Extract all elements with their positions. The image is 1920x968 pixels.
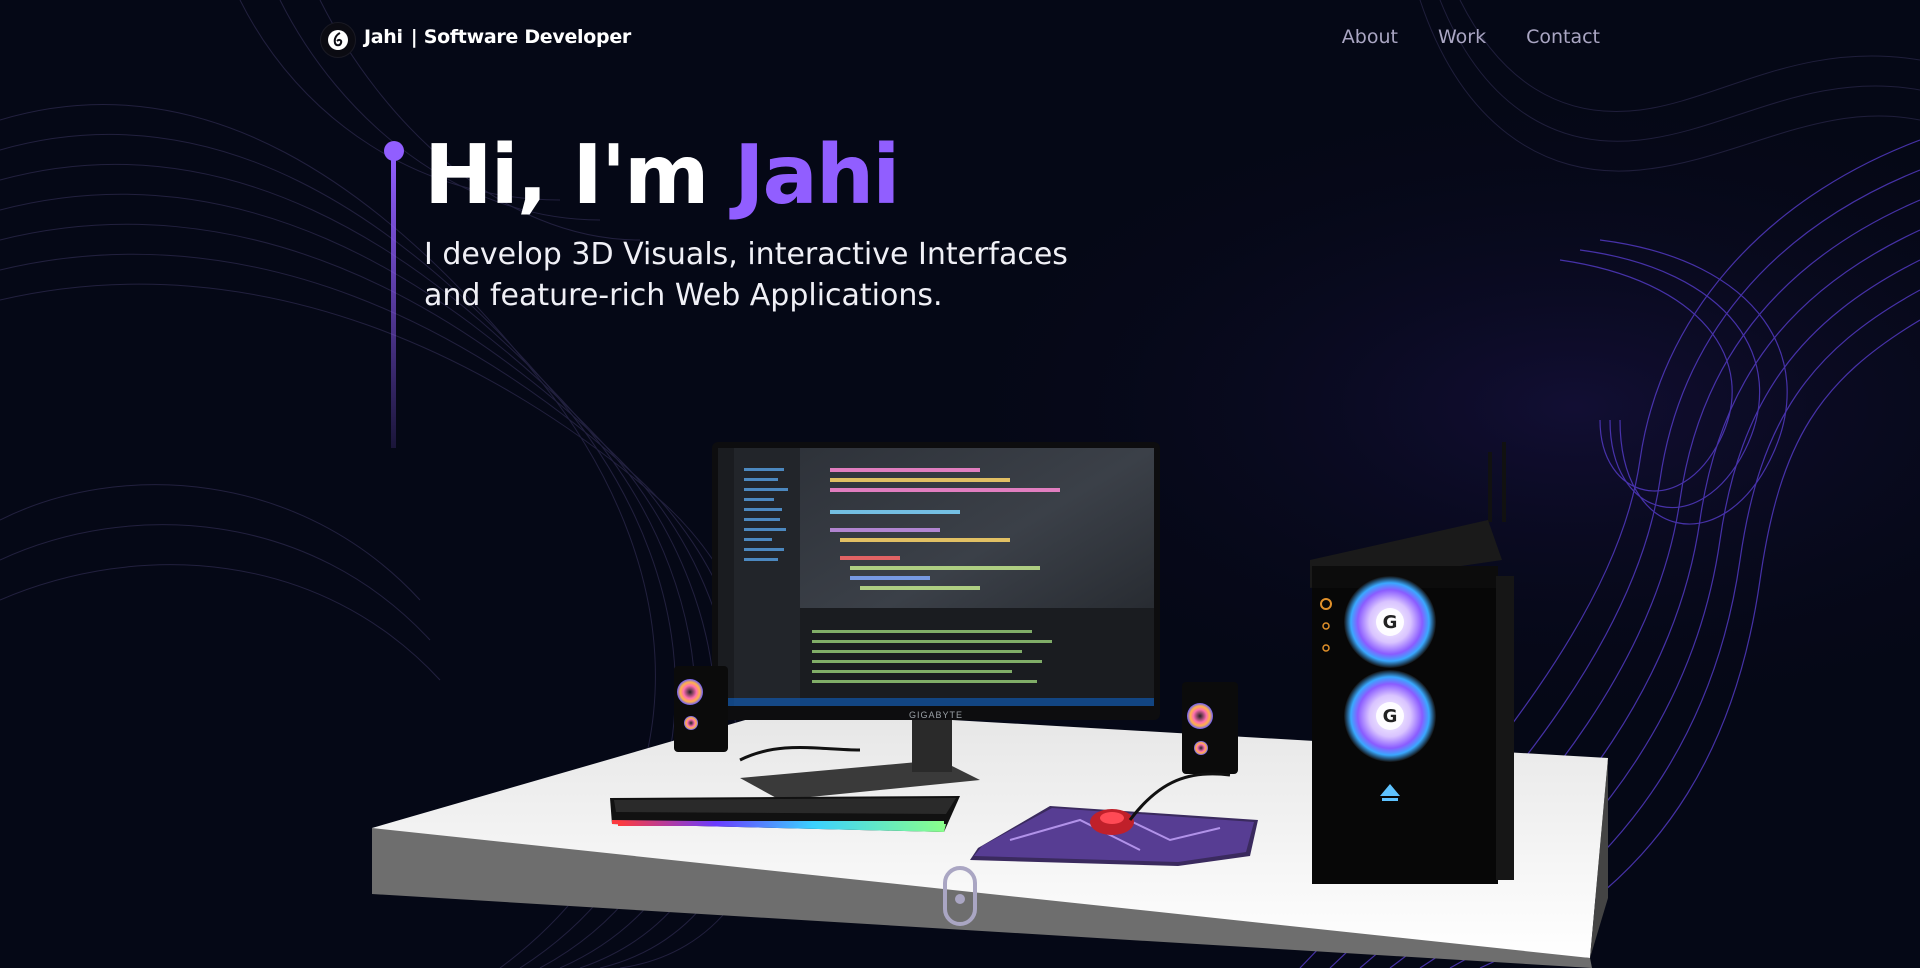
svg-text:G: G: [1383, 706, 1398, 727]
pc-tower: G G: [1310, 442, 1514, 884]
hero-subtitle-line1: I develop 3D Visuals, interactive Interf…: [424, 237, 1068, 272]
monitor-brand: GIGABYTE: [909, 710, 963, 720]
hero-title: Hi, I'm Jahi: [424, 128, 900, 223]
nav-link-work[interactable]: Work: [1438, 26, 1486, 48]
scroll-indicator-dot: [955, 894, 965, 904]
nav-link-contact[interactable]: Contact: [1526, 26, 1600, 48]
hero-greeting: Hi, I'm: [424, 128, 735, 223]
desk-scene-canvas[interactable]: GIGABYTE G G: [360, 420, 1620, 968]
nav-link-about[interactable]: About: [1342, 26, 1398, 48]
mouse: [1090, 809, 1134, 835]
logo-icon[interactable]: [320, 22, 356, 58]
hero-name: Jahi: [734, 128, 900, 223]
brand[interactable]: Jahi | Software Developer: [364, 26, 631, 48]
logo-mark-icon: [328, 30, 348, 50]
hero-accent-line: [391, 158, 396, 448]
nav-links: About Work Contact: [1342, 26, 1600, 48]
scroll-indicator-icon[interactable]: [943, 866, 977, 926]
left-speaker: [674, 666, 728, 752]
brand-role: | Software Developer: [410, 26, 632, 48]
right-speaker: [1182, 682, 1238, 774]
svg-text:G: G: [1383, 612, 1398, 633]
navbar: Jahi | Software Developer About Work Cont…: [0, 0, 1920, 76]
hero-subtitle: I develop 3D Visuals, interactive Interf…: [424, 234, 1124, 316]
brand-name: Jahi: [364, 26, 403, 48]
hero-subtitle-line2: and feature-rich Web Applications.: [424, 278, 943, 313]
